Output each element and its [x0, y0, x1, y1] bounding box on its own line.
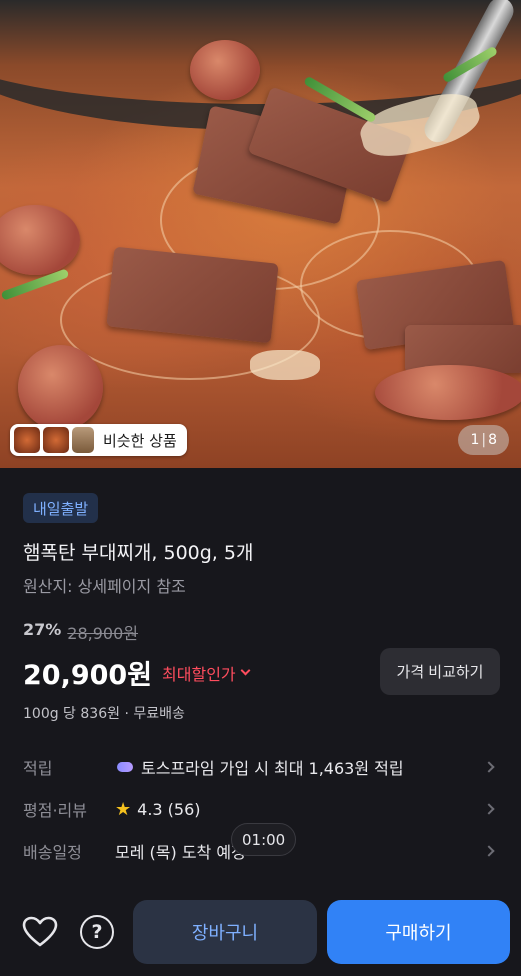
add-to-cart-button[interactable]: 장바구니 — [133, 900, 317, 964]
points-value: 토스프라임 가입 시 최대 1,463원 적립 — [141, 759, 404, 778]
product-title: 햄폭탄 부대찌개, 500g, 5개 — [23, 542, 254, 564]
heart-icon — [22, 916, 58, 947]
image-counter-current: 1 — [470, 432, 480, 448]
spam-slice — [106, 246, 279, 344]
image-counter: 1 | 8 — [458, 425, 509, 455]
question-icon[interactable]: ? — [80, 915, 114, 949]
product-origin: 원산지: 상세페이지 참조 — [23, 577, 186, 596]
original-price: 28,900원 — [67, 624, 139, 643]
wishlist-button[interactable] — [22, 914, 58, 950]
similar-thumb-2 — [43, 427, 69, 453]
similar-products-chip[interactable]: 비슷한 상품 — [10, 424, 187, 456]
bottom-action-bar: ? 장바구니 구매하기 — [0, 892, 521, 976]
sale-price: 20,900원 — [23, 660, 153, 691]
sausage — [190, 40, 260, 100]
max-discount-toggle[interactable]: 최대할인가 — [162, 661, 251, 685]
buy-now-button[interactable]: 구매하기 — [327, 900, 510, 964]
compare-price-button[interactable]: 가격 비교하기 — [380, 648, 500, 695]
unit-price: 100g 당 836원 · 무료배송 — [23, 706, 185, 722]
chevron-right-icon — [483, 845, 495, 857]
star-icon: ★ — [115, 798, 132, 820]
discount-rate: 27% — [23, 620, 62, 639]
rating-value-wrap: ★ 4.3 (56) — [115, 799, 485, 820]
chevron-right-icon — [483, 803, 495, 815]
sausage — [18, 345, 103, 430]
max-discount-label: 최대할인가 — [162, 664, 236, 684]
chevron-down-icon — [240, 665, 251, 676]
time-pill: 01:00 — [231, 823, 297, 856]
rating-value: 4.3 (56) — [137, 799, 201, 819]
rating-label: 평점·리뷰 — [23, 801, 87, 820]
image-counter-total: 8 — [488, 432, 497, 448]
delivery-value: 모레 (목) 도착 예정 — [115, 843, 246, 862]
discount-row: 27% 28,900원 — [23, 620, 138, 644]
onion — [250, 350, 320, 380]
similar-products-label: 비슷한 상품 — [103, 431, 177, 450]
sausage — [0, 205, 80, 275]
price-row: 20,900원 최대할인가 — [23, 653, 251, 692]
points-label: 적립 — [23, 759, 53, 778]
product-image[interactable]: 비슷한 상품 1 | 8 — [0, 0, 521, 468]
points-row[interactable]: 적립 토스프라임 가입 시 최대 1,463원 적립 — [23, 752, 499, 782]
similar-thumb-1 — [14, 427, 40, 453]
chevron-right-icon — [483, 761, 495, 773]
image-counter-separator: | — [481, 432, 487, 448]
sausage — [375, 365, 521, 420]
similar-thumb-3 — [72, 427, 94, 453]
shipping-badge: 내일출발 — [23, 493, 99, 523]
delivery-label: 배송일정 — [23, 843, 82, 862]
rating-row[interactable]: 평점·리뷰 ★ 4.3 (56) — [23, 794, 499, 824]
points-value-wrap: 토스프라임 가입 시 최대 1,463원 적립 — [115, 755, 485, 779]
cloud-icon — [115, 760, 135, 774]
